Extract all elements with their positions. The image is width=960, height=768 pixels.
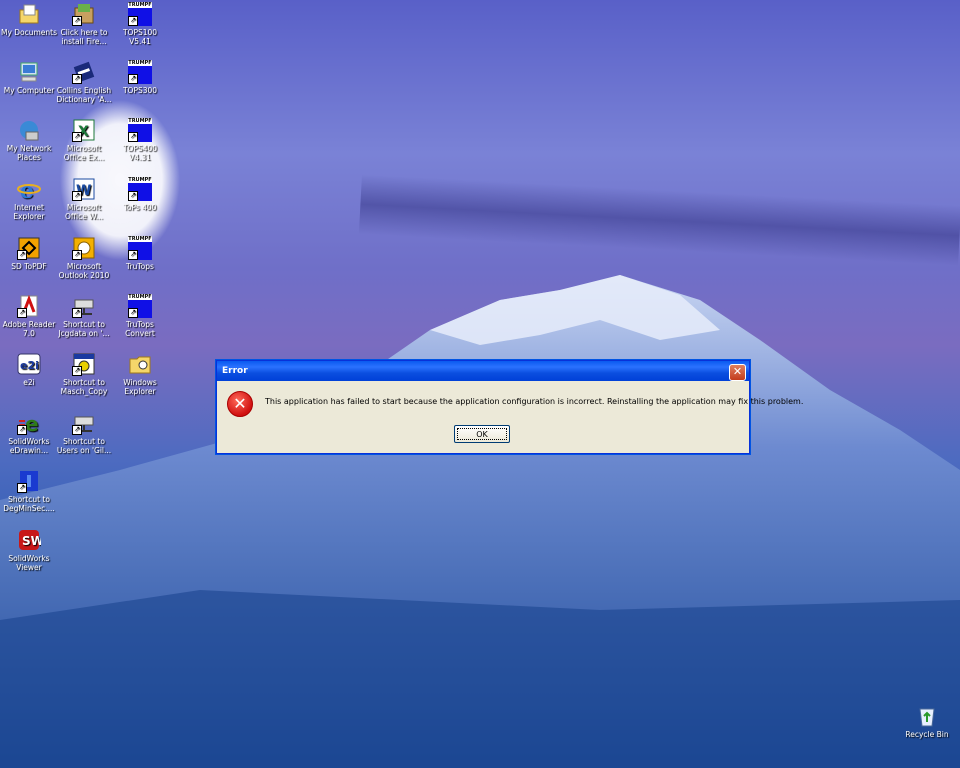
desktop-icon-recycle-bin[interactable]: Recycle Bin [898,704,956,739]
error-message: This application has failed to start bec… [265,397,804,406]
icon-label: Click here to install Fire... [60,28,108,46]
desktop-icon-my-computer[interactable]: My Computer [0,60,58,95]
desktop-icon-word[interactable]: W ↗ Microsoft Office W... [55,177,113,221]
trumpf-icon: ↗ [128,177,152,201]
network-drive-icon: ↗ [72,294,96,318]
sd-topdf-icon: ↗ [17,236,41,260]
ok-button-label: OK [476,430,488,439]
trumpf-icon: ↗ [128,118,152,142]
icon-label: TruTops [126,262,154,271]
error-dialog: Error ✕ ✕ This application has failed to… [216,360,803,454]
icon-label: SD ToPDF [11,262,47,271]
svg-text:SW: SW [22,534,41,548]
edrawings-icon: e ↗ [17,411,41,436]
icon-label: Adobe Reader 7.0 [2,320,56,338]
icon-label: TruTops Convert [125,320,155,338]
icon-label: Internet Explorer [13,203,45,221]
icon-label: TOPS300 [122,86,158,95]
desktop-icon-masch-copy-shortcut[interactable]: ↗ Shortcut to Masch_Copy [55,352,113,396]
adobe-reader-icon: ↗ [17,294,41,318]
desktop-icon-outlook[interactable]: ↗ Microsoft Outlook 2010 [55,236,113,280]
ok-button[interactable]: OK [454,425,510,443]
icon-label: SolidWorks eDrawin... [8,437,50,455]
icon-label: Windows Explorer [123,378,157,396]
desktop-icon-trutops-convert[interactable]: ↗ TruTops Convert [111,294,169,338]
excel-icon: X ↗ [72,118,96,142]
close-button[interactable]: ✕ [729,364,746,381]
icon-label: TOPS400 V4.31 [122,144,158,162]
icon-label: Shortcut to DegMinSec.... [3,495,55,513]
windows-explorer-icon [128,352,152,376]
degminsec-icon: ↗ [17,469,41,493]
icon-label: Microsoft Office Ex... [63,144,105,162]
desktop-icon-tops100[interactable]: ↗ TOPS100 V5.41 [111,2,169,46]
desktop-icon-adobe-reader[interactable]: ↗ Adobe Reader 7.0 [0,294,58,338]
icon-label: Shortcut to Masch_Copy [60,378,108,396]
desktop-icon-solidworks-viewer[interactable]: SW SolidWorks Viewer [0,528,58,572]
trumpf-icon: ↗ [128,2,152,26]
desktop-icon-tops400[interactable]: ↗ TOPS400 V4.31 [111,118,169,162]
desktop-icon-sd-topdf[interactable]: ↗ SD ToPDF [0,236,58,271]
icon-label: TOPS100 V5.41 [122,28,158,46]
my-computer-icon [17,60,41,84]
icon-label: Collins English Dictionary 'A... [56,86,112,104]
installer-box-icon: ↗ [72,2,96,26]
desktop-icon-excel[interactable]: X ↗ Microsoft Office Ex... [55,118,113,162]
desktop-icon-my-documents[interactable]: My Documents [0,2,58,37]
my-documents-icon [17,2,41,26]
error-icon: ✕ [227,391,253,417]
internet-explorer-icon: e [17,177,41,204]
desktop-icon-tops-400[interactable]: ↗ ToPs 400 [111,177,169,212]
collins-dictionary-icon: ↗ [72,60,96,84]
svg-text:e: e [20,178,34,201]
trumpf-icon: ↗ [128,236,152,260]
desktop-icon-tops300[interactable]: ↗ TOPS300 [111,60,169,95]
svg-text:e: e [25,412,39,435]
desktop-icon-trutops[interactable]: ↗ TruTops [111,236,169,271]
folder-shortcut-icon: ↗ [72,352,96,376]
trumpf-icon: ↗ [128,60,152,84]
dialog-titlebar[interactable]: Error [217,361,749,381]
word-icon: W ↗ [72,177,96,201]
icon-label: e2i [23,378,35,387]
desktop-icon-internet-explorer[interactable]: e Internet Explorer [0,177,58,221]
desktop-icon-degminsec[interactable]: ↗ Shortcut to DegMinSec.... [0,469,58,513]
icon-label: Shortcut to Jcgdata on '... [58,320,110,338]
desktop-icon-users-gil-shortcut[interactable]: ↗ Shortcut to Users on 'Gil... [55,411,113,455]
network-drive-icon: ↗ [72,411,96,435]
desktop-icon-install-fire[interactable]: ↗ Click here to install Fire... [55,2,113,46]
icon-label: My Documents [0,28,58,37]
icon-label: Microsoft Outlook 2010 [58,262,110,280]
icon-label: Microsoft Office W... [65,203,103,221]
trumpf-icon: ↗ [128,294,152,318]
desktop-icon-e2i[interactable]: e2i e2i [0,352,58,387]
dialog-title: Error [222,366,248,376]
e2i-icon: e2i [17,352,41,376]
icon-label: My Computer [3,86,55,95]
icon-label: Recycle Bin [905,730,949,739]
icon-label: SolidWorks Viewer [8,554,50,572]
icon-label: My Network Places [6,144,52,162]
close-icon: ✕ [732,365,743,378]
solidworks-viewer-icon: SW [17,528,44,552]
desktop-icon-collins-dictionary[interactable]: ↗ Collins English Dictionary 'A... [55,60,113,104]
network-places-icon [17,118,41,142]
icon-label: ToPs 400 [123,203,157,212]
recycle-bin-icon [915,704,939,728]
desktop-icon-my-network-places[interactable]: My Network Places [0,118,58,162]
icon-label: Shortcut to Users on 'Gil... [56,437,112,455]
desktop-icon-solidworks-edrawings[interactable]: e ↗ SolidWorks eDrawin... [0,411,58,455]
desktop-icon-windows-explorer[interactable]: Windows Explorer [111,352,169,396]
desktop-icon-jcgdata-shortcut[interactable]: ↗ Shortcut to Jcgdata on '... [55,294,113,338]
svg-text:e2i: e2i [20,359,39,372]
outlook-icon: ↗ [72,236,96,260]
